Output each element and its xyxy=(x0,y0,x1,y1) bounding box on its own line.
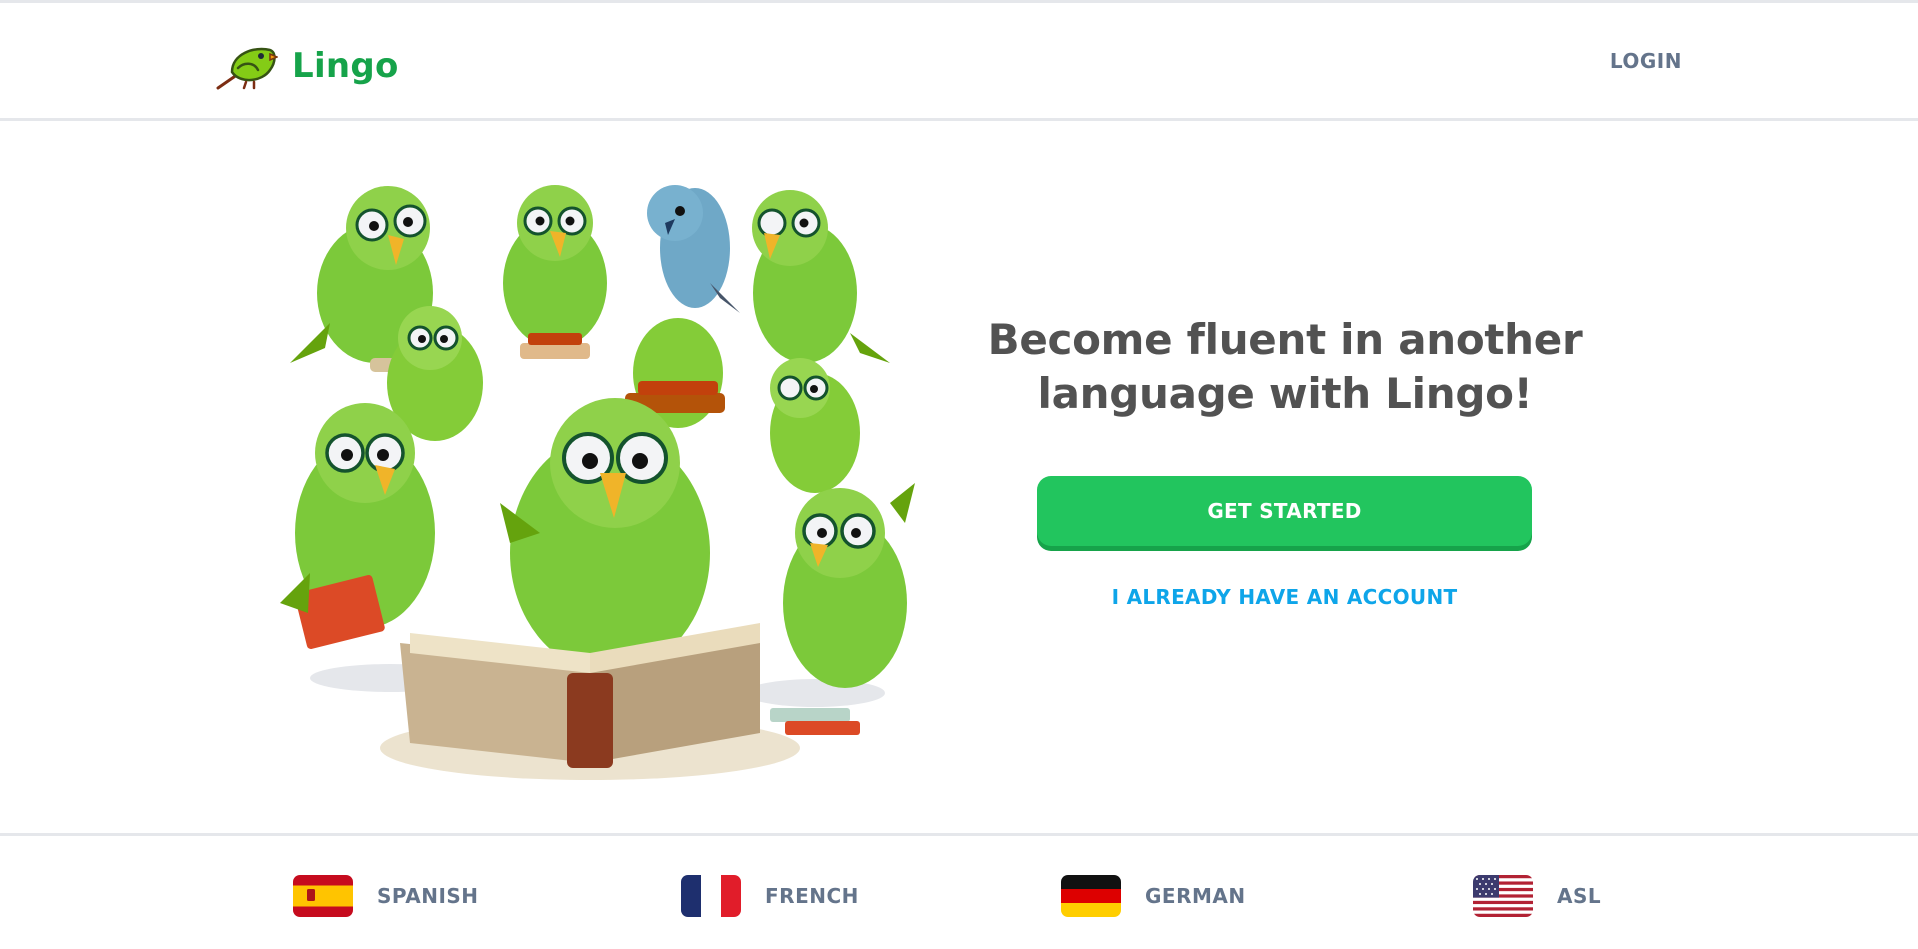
language-label: GERMAN xyxy=(1145,884,1246,908)
parrots-reading-illustration xyxy=(270,173,920,793)
top-navbar: Lingo LOGIN xyxy=(0,3,1918,121)
already-have-account-link[interactable]: I ALREADY HAVE AN ACCOUNT xyxy=(1037,585,1532,609)
parrot-blue xyxy=(647,185,740,313)
hero-headline-line-1: Become fluent in another xyxy=(987,315,1583,364)
language-label: FRENCH xyxy=(765,884,859,908)
hero-headline-line-2: language with Lingo! xyxy=(1037,369,1533,418)
parrot-top-right xyxy=(752,190,890,363)
language-label: ASL xyxy=(1557,884,1602,908)
france-flag-icon xyxy=(681,875,741,917)
germany-flag-icon xyxy=(1061,875,1121,917)
parrot-middle-right-small xyxy=(770,358,860,493)
parrot-front-center xyxy=(500,398,710,673)
language-item-french[interactable]: FRENCH xyxy=(681,875,859,917)
language-item-asl[interactable]: ASL xyxy=(1473,875,1601,917)
spain-flag-icon xyxy=(293,875,353,917)
login-button[interactable]: LOGIN xyxy=(1610,49,1682,73)
get-started-button[interactable]: GET STARTED xyxy=(1037,476,1532,546)
brand-name: Lingo xyxy=(292,46,399,86)
parrot-front-left xyxy=(280,403,435,649)
page: Lingo LOGIN Become fluent in another lan… xyxy=(0,0,1918,949)
language-label: SPANISH xyxy=(377,884,479,908)
parrot-top-middle xyxy=(503,185,607,359)
hero-headline: Become fluent in another language with L… xyxy=(970,313,1600,421)
logo-link[interactable]: Lingo xyxy=(214,39,399,93)
language-footer: SPANISH FRENCH GERMAN ASL xyxy=(0,833,1918,949)
usa-flag-icon xyxy=(1473,875,1533,917)
hero-copy: Become fluent in another language with L… xyxy=(970,313,1600,421)
bird-logo-icon xyxy=(214,40,278,92)
language-item-spanish[interactable]: SPANISH xyxy=(293,875,479,917)
language-item-german[interactable]: GERMAN xyxy=(1061,875,1246,917)
